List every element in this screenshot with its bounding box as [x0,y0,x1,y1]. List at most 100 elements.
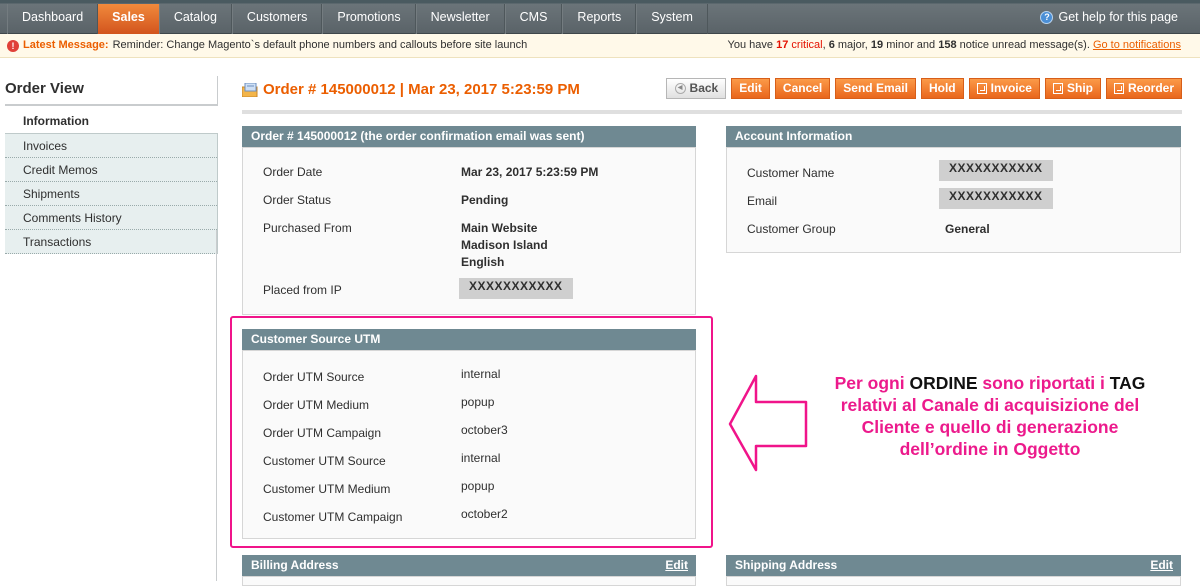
nav-catalog[interactable]: Catalog [158,4,232,34]
shipping-address-title: Shipping Address [735,558,838,572]
latest-message-text: Reminder: Change Magento`s default phone… [112,39,528,51]
ship-button[interactable]: Ship [1044,78,1101,99]
utm-label: Order UTM Source [263,370,365,384]
page-title: Order # 145000012 | Mar 23, 2017 5:23:59… [263,81,580,98]
help-label: Get help for this page [1058,10,1178,24]
sidebar-tabs: Invoices Credit Memos Shipments Comments… [5,133,218,254]
placed-from-ip-label: Placed from IP [263,283,342,297]
utm-value: internal [461,451,501,465]
sidebar-item-information[interactable]: Information [5,106,218,133]
top-navigation-bar: Dashboard Sales Catalog Customers Promot… [0,0,1200,34]
customer-group-value: General [945,222,990,236]
left-arrow-icon [728,374,808,472]
header-underline [705,110,1182,114]
order-status-value: Pending [461,193,509,207]
sidebar-item-invoices[interactable]: Invoices [5,134,217,158]
sidebar-item-credit-memos[interactable]: Credit Memos [5,158,217,182]
billing-edit-link[interactable]: Edit [665,555,688,576]
customer-name-value[interactable]: XXXXXXXXXXX [939,160,1053,181]
page-header: Order # 145000012 | Mar 23, 2017 5:23:59… [242,78,705,114]
billing-address-title: Billing Address [251,558,339,572]
order-date-value: Mar 23, 2017 5:23:59 PM [461,165,599,179]
shipping-edit-link[interactable]: Edit [1150,555,1173,576]
nav-promotions[interactable]: Promotions [322,4,416,34]
document-icon [1052,83,1063,94]
sidebar-divider [216,230,217,581]
help-icon: ? [1040,10,1054,24]
utm-box-title: Customer Source UTM [242,329,696,350]
order-status-label: Order Status [263,193,332,207]
sidebar-item-shipments[interactable]: Shipments [5,182,217,206]
annotation-line-4: dell’ordine in Oggetto [899,439,1081,459]
annotation-keyword: TAG [1109,373,1146,393]
sidebar-item-comments-history[interactable]: Comments History [5,206,217,230]
order-view-sidebar: Order View Information Invoices Credit M… [5,76,218,254]
utm-value: internal [461,367,501,381]
minor-count: 19 [870,39,884,51]
latest-message: ! Latest Message: Reminder: Change Magen… [7,34,527,57]
order-info-box: Order Date Mar 23, 2017 5:23:59 PM Order… [242,147,696,315]
notice-count: 158 [938,39,957,51]
utm-label: Order UTM Medium [263,398,370,412]
purchased-from-store: Madison Island [461,238,548,252]
major-count: 6 [828,39,835,51]
annotation-text: Per ogni ORDINE sono riportati i TAG rel… [810,372,1170,460]
nav-dashboard[interactable]: Dashboard [7,4,99,34]
ship-label: Ship [1066,81,1093,95]
utm-value: october3 [461,423,508,437]
reorder-label: Reorder [1127,81,1174,95]
sidebar-item-transactions[interactable]: Transactions [5,230,217,254]
order-icon [242,83,258,97]
nav-reports[interactable]: Reports [562,4,637,34]
shipping-address-box [726,576,1181,586]
utm-label: Customer UTM Source [263,454,386,468]
customer-name-label: Customer Name [747,166,835,180]
minor-label: minor and [886,39,936,51]
critical-label: critical [791,39,823,51]
reorder-button[interactable]: Reorder [1105,78,1182,99]
hold-button[interactable]: Hold [920,78,964,99]
major-label: major, [837,39,868,51]
back-button[interactable]: ◀ Back [665,78,727,99]
nav-sales[interactable]: Sales [98,4,159,34]
email-value[interactable]: XXXXXXXXXXX [939,188,1053,209]
nav-system[interactable]: System [636,4,708,34]
notice-label: notice unread message(s). [959,39,1090,51]
utm-label: Customer UTM Medium [263,482,391,496]
annotation-line-1: Per ogni ORDINE sono riportati i TAG [810,372,1170,394]
billing-address-box [242,576,696,586]
utm-label: Customer UTM Campaign [263,510,403,524]
account-box-title: Account Information [726,126,1181,147]
purchased-from-language: English [461,255,505,269]
utm-value: popup [461,395,495,409]
back-arrow-icon: ◀ [674,83,686,94]
go-to-notifications-link[interactable]: Go to notifications [1093,39,1181,51]
utm-value: october2 [461,507,508,521]
customer-group-label: Customer Group [747,222,836,236]
edit-button[interactable]: Edit [731,78,770,99]
billing-address-header: Billing Address Edit [242,555,696,576]
ip-redacted-value: XXXXXXXXXXX [459,278,573,299]
annotation-line-2: relativi al Canale di acquisizione del [840,395,1140,415]
nav-cms[interactable]: CMS [504,4,563,34]
send-email-button[interactable]: Send Email [835,78,916,99]
document-icon [1113,83,1124,94]
notification-summary: You have 17 critical, 6 major, 19 minor … [727,39,1181,51]
invoice-label: Invoice [990,81,1032,95]
help-link[interactable]: ? Get help for this page [1040,10,1178,24]
annotation-part: Per ogni [834,373,905,393]
document-icon [976,83,987,94]
nav-customers[interactable]: Customers [231,4,323,34]
summary-prefix: You have [727,39,774,51]
utm-label: Order UTM Campaign [263,426,382,440]
nav-newsletter[interactable]: Newsletter [415,4,505,34]
purchased-from-website: Main Website [461,221,538,235]
annotation-line-3: Cliente e quello di generazione [861,417,1119,437]
annotation-keyword: ORDINE [909,373,978,393]
cancel-button[interactable]: Cancel [774,78,831,99]
order-date-label: Order Date [263,165,323,179]
invoice-button[interactable]: Invoice [968,78,1040,99]
sidebar-title: Order View [5,76,218,106]
critical-count: 17 [776,39,789,51]
account-info-box: Customer Name XXXXXXXXXXX Email XXXXXXXX… [726,147,1181,253]
